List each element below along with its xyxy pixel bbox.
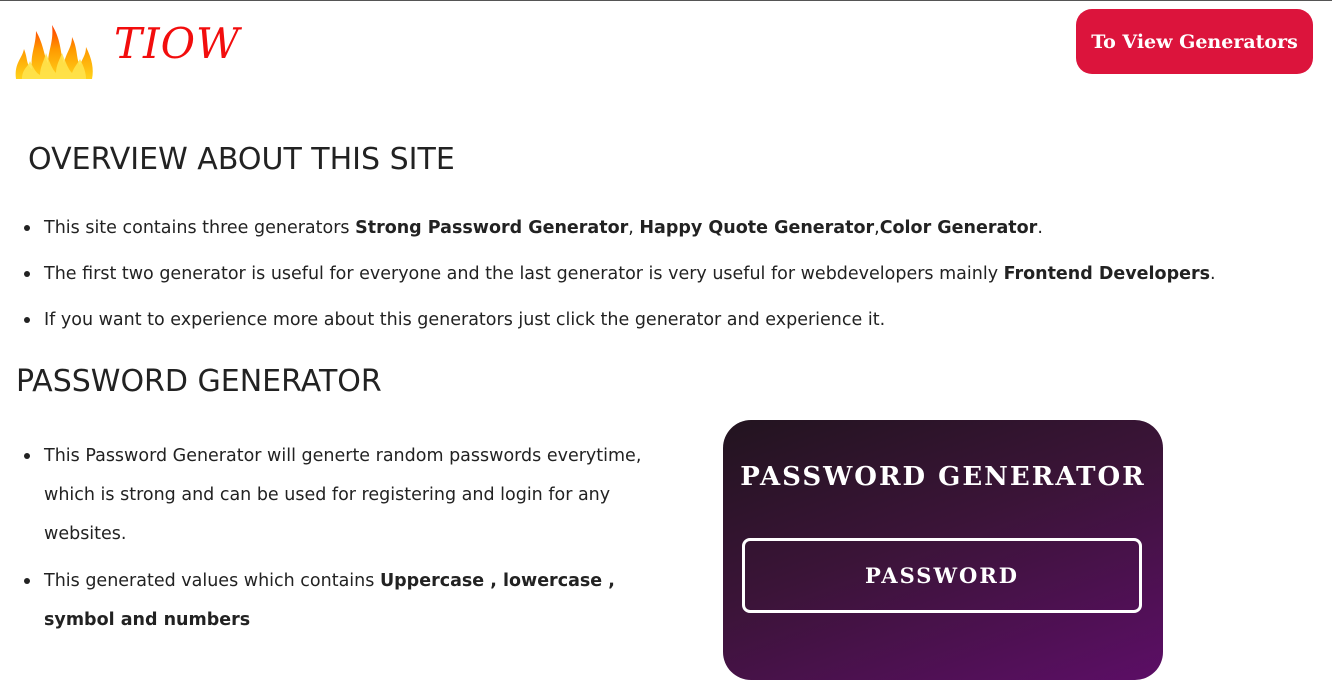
item-text: This generated values which contains [44,571,380,591]
brand-name[interactable]: TIOW [114,19,240,68]
bullet-icon [24,225,30,231]
list-item: If you want to experience more about thi… [24,306,1244,352]
password-output-box[interactable]: PASSWORD [742,538,1142,613]
bullet-icon [24,578,30,584]
site-header: TIOW To View Generators [0,1,1332,91]
list-item: The first two generator is useful for ev… [24,260,1244,306]
password-feature-list: This Password Generator will generte ran… [24,437,674,640]
bullet-icon [24,317,30,323]
item-bold: Frontend Developers [1003,264,1211,284]
password-section-heading: PASSWORD GENERATOR [16,364,382,399]
list-item: This site contains three generators Stro… [24,214,1244,260]
item-text: This Password Generator will generte ran… [44,446,642,544]
item-text: , [628,218,640,238]
overview-list: This site contains three generators Stro… [24,214,1244,352]
item-text: If you want to experience more about thi… [44,310,886,330]
list-item: This Password Generator will generte ran… [24,437,674,554]
item-text: . [1037,218,1043,238]
view-generators-button[interactable]: To View Generators [1076,9,1313,74]
overview-heading: OVERVIEW ABOUT THIS SITE [28,142,455,177]
item-text: The first two generator is useful for ev… [44,264,1004,284]
bullet-icon [24,453,30,459]
item-bold: Strong Password Generator [355,218,629,238]
item-text: This site contains three generators [44,218,356,238]
list-item: This generated values which contains Upp… [24,562,674,640]
item-bold: Color Generator [879,218,1038,238]
fire-icon[interactable] [14,19,94,83]
bullet-icon [24,271,30,277]
card-title: PASSWORD GENERATOR [740,462,1146,492]
item-bold: Happy Quote Generator [639,218,875,238]
item-text: . [1210,264,1216,284]
